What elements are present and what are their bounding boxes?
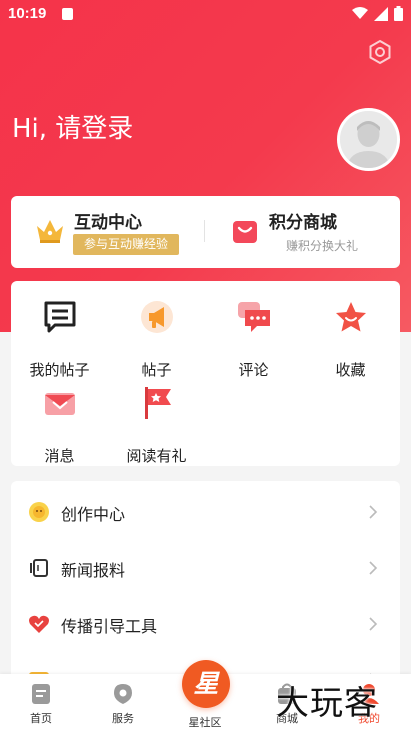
grid-label: 阅读有礼 xyxy=(126,447,187,465)
posts-icon xyxy=(44,301,76,333)
star-icon xyxy=(336,302,366,332)
grid-label: 评论 xyxy=(238,361,269,379)
interaction-points-card: 互动中心 参与互动赚经验 积分商城 赚积分换大礼 xyxy=(11,196,400,268)
wifi-icon xyxy=(352,7,368,19)
sun-icon xyxy=(29,502,49,522)
crown-icon xyxy=(37,220,63,243)
divider xyxy=(204,220,205,242)
interaction-badge: 参与互动赚经验 xyxy=(73,234,179,255)
status-indicators xyxy=(352,6,403,21)
points-mall-title: 积分商城 xyxy=(269,213,337,233)
list-label: 创作中心 xyxy=(61,505,126,524)
chevron-right-icon xyxy=(369,617,378,631)
settings-icon[interactable] xyxy=(366,38,394,66)
home-icon xyxy=(32,684,50,704)
feature-grid-card: 我的帖子 帖子 评论 收藏 消息 阅读有礼 xyxy=(11,281,400,466)
tab-label: 首页 xyxy=(30,712,52,725)
list-label: 传播引导工具 xyxy=(61,617,158,636)
megaphone-icon xyxy=(141,301,173,333)
grid-item-my-posts[interactable]: 我的帖子 xyxy=(11,300,108,384)
grid-label: 收藏 xyxy=(335,361,366,379)
points-mall-subtitle: 赚积分换大礼 xyxy=(286,239,359,253)
grid-label: 消息 xyxy=(44,447,75,465)
grid-item-messages[interactable]: 消息 xyxy=(11,386,108,470)
grid-item-favorites[interactable]: 收藏 xyxy=(302,300,399,384)
signal-icon xyxy=(374,6,388,21)
watermark-text: 大玩客 xyxy=(276,683,378,722)
tab-services[interactable]: 服务 xyxy=(82,674,164,732)
login-prompt[interactable]: Hi, 请登录 xyxy=(12,108,133,145)
avatar[interactable] xyxy=(337,108,400,171)
interaction-center-button[interactable]: 互动中心 参与互动赚经验 xyxy=(11,196,206,268)
chevron-right-icon xyxy=(369,561,378,575)
status-bar: 10:19 xyxy=(0,0,411,30)
grid-label: 帖子 xyxy=(141,361,172,379)
list-item-news-tips[interactable]: 新闻报料 xyxy=(11,539,400,595)
grid-label: 我的帖子 xyxy=(29,361,90,379)
interaction-center-title: 互动中心 xyxy=(74,213,142,233)
shopping-bag-icon xyxy=(233,221,257,243)
comment-icon xyxy=(238,302,270,332)
grid-item-posts[interactable]: 帖子 xyxy=(108,300,205,384)
list-item-propagation-tools[interactable]: 传播引导工具 xyxy=(11,595,400,651)
grid-item-read-rewards[interactable]: 阅读有礼 xyxy=(108,386,205,470)
battery-icon xyxy=(394,6,403,21)
menu-list-card: 创作中心 新闻报料 传播引导工具 积分排行榜 xyxy=(11,481,400,681)
tab-home[interactable]: 首页 xyxy=(0,674,82,732)
notification-icon xyxy=(62,8,73,20)
tab-label: 星社区 xyxy=(188,716,222,729)
star-community-button[interactable]: 星 xyxy=(182,660,230,708)
message-icon xyxy=(45,393,75,415)
tab-label: 服务 xyxy=(112,712,134,725)
list-item-creation-center[interactable]: 创作中心 xyxy=(11,483,400,539)
default-avatar-icon xyxy=(340,111,397,168)
phone-vibrate-icon xyxy=(30,559,48,577)
heart-icon xyxy=(29,615,49,633)
status-time: 10:19 xyxy=(8,5,47,22)
list-label: 新闻报料 xyxy=(61,561,126,580)
chevron-right-icon xyxy=(369,505,378,519)
flag-icon xyxy=(145,387,171,419)
points-mall-button[interactable]: 积分商城 赚积分换大礼 xyxy=(207,196,400,268)
grid-item-comments[interactable]: 评论 xyxy=(205,300,302,384)
services-icon xyxy=(114,684,132,704)
